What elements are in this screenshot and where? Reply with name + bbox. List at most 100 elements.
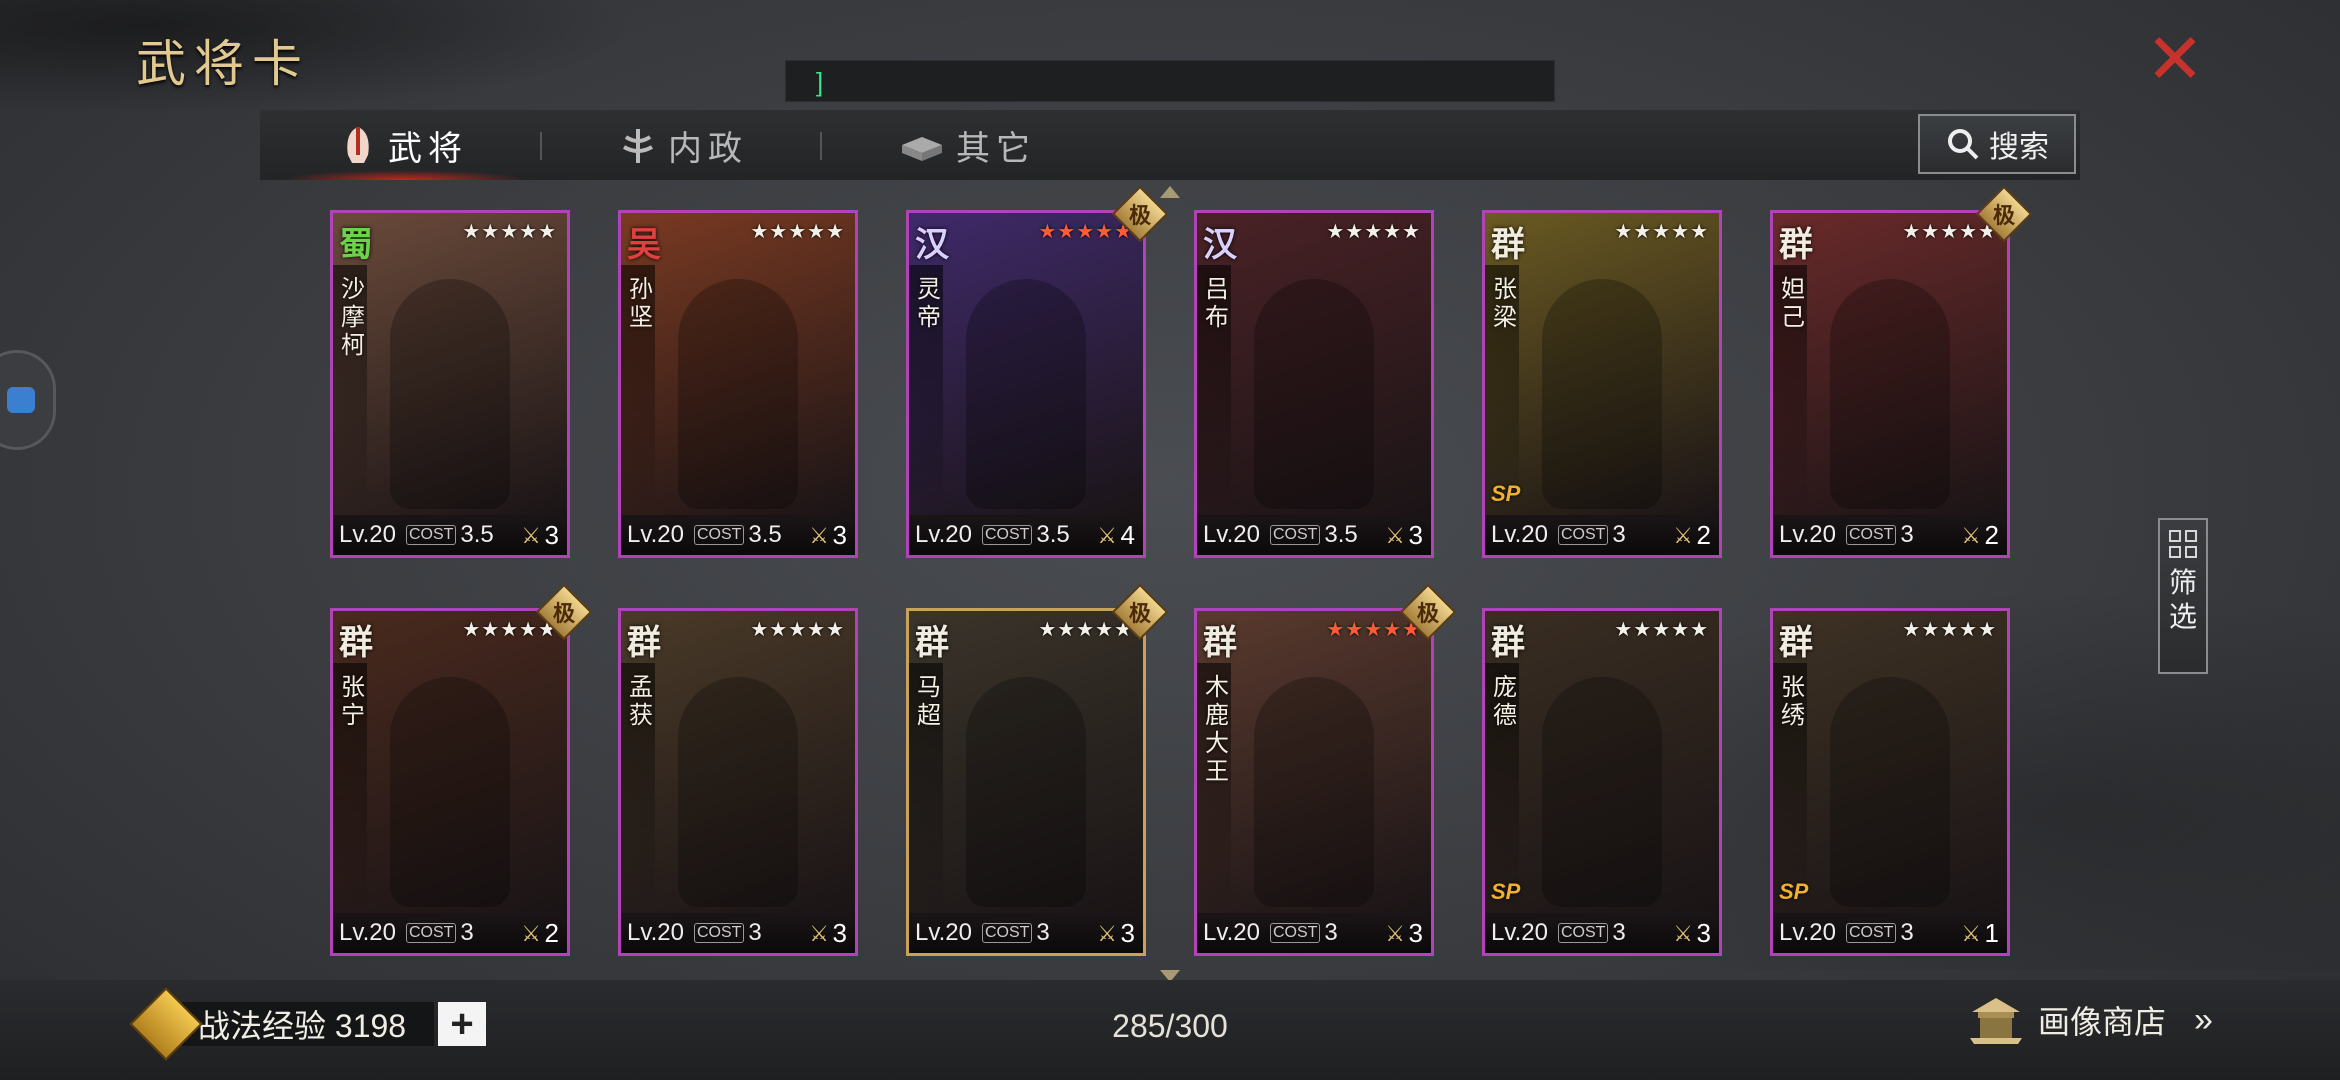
portrait-shop-button[interactable]: 画像商店 » bbox=[1968, 990, 2213, 1050]
rank-badge-label: 极 bbox=[1128, 203, 1151, 229]
tab-divider bbox=[540, 132, 542, 160]
star-rating: ★★★★★ bbox=[1326, 221, 1421, 243]
general-card[interactable]: 群 妲己 ★★★★★ Lv.20 COST 3 ⚔ 2 bbox=[1770, 210, 2010, 558]
portrait-figure bbox=[1254, 279, 1374, 510]
general-card[interactable]: 群 张绣 ★★★★★ SP Lv.20 COST 3 ⚔ 1 bbox=[1770, 608, 2010, 956]
cost-label: COST bbox=[1269, 923, 1321, 943]
general-name: 灵帝 bbox=[917, 275, 941, 331]
portrait-figure bbox=[1542, 677, 1662, 908]
portrait-figure bbox=[390, 677, 510, 908]
cost-label: COST bbox=[1845, 923, 1897, 943]
faction-label: 群 bbox=[915, 623, 949, 663]
general-card[interactable]: 群 张梁 ★★★★★ SP Lv.20 COST 3 ⚔ 2 bbox=[1482, 210, 1722, 558]
side-collapse-button[interactable] bbox=[0, 350, 56, 450]
general-card[interactable]: 群 木鹿大王 ★★★★★ Lv.20 COST 3 ⚔ 3 bbox=[1194, 608, 1434, 956]
general-card[interactable]: 群 庞德 ★★★★★ SP Lv.20 COST 3 ⚔ 3 bbox=[1482, 608, 1722, 956]
faction-label: 群 bbox=[627, 623, 661, 663]
general-card[interactable]: 蜀 沙摩柯 ★★★★★ Lv.20 COST 3.5 ⚔ 3 bbox=[330, 210, 570, 558]
cost-value: 3 bbox=[1900, 919, 1914, 946]
search-button[interactable]: 搜索 bbox=[1918, 114, 2076, 174]
cost-value: 3 bbox=[1900, 521, 1914, 548]
level-label: Lv.20 bbox=[1779, 521, 1836, 548]
chat-icon bbox=[7, 387, 35, 413]
faction-label: 汉 bbox=[1203, 225, 1237, 265]
star-rating: ★★★★★ bbox=[462, 619, 557, 641]
shop-label: 画像商店 bbox=[2038, 1004, 2167, 1040]
box-icon bbox=[902, 137, 942, 161]
filter-button[interactable]: 筛选 bbox=[2158, 518, 2208, 674]
tab-label: 内政 bbox=[668, 128, 748, 169]
cost-label: COST bbox=[405, 923, 457, 943]
sp-label: SP bbox=[1491, 481, 1521, 506]
sp-label: SP bbox=[1491, 879, 1521, 904]
card-count: 2 bbox=[544, 918, 559, 948]
card-count: 1 bbox=[1984, 918, 1999, 948]
level-label: Lv.20 bbox=[1491, 521, 1548, 548]
tab-generals[interactable]: 武将 bbox=[280, 110, 528, 180]
faction-label: 汉 bbox=[915, 225, 949, 265]
star-rating: ★★★★★ bbox=[750, 619, 845, 641]
star-rating: ★★★★★ bbox=[462, 221, 557, 243]
cost-label: COST bbox=[1557, 525, 1609, 545]
general-card[interactable]: 群 张宁 ★★★★★ Lv.20 COST 3 ⚔ 2 bbox=[330, 608, 570, 956]
tactic-exp: 战法经验 3198 + bbox=[129, 987, 487, 1061]
card-count: 4 bbox=[1120, 520, 1135, 550]
cost-label: COST bbox=[693, 923, 745, 943]
tab-others[interactable]: 其它 bbox=[900, 110, 1036, 180]
faction-label: 群 bbox=[1491, 225, 1525, 265]
exp-label: 战法经验 3198 bbox=[182, 1002, 435, 1046]
troop-type-icon: ⚔ bbox=[521, 523, 541, 548]
add-exp-button[interactable]: + bbox=[438, 1002, 487, 1046]
tab-label: 武将 bbox=[388, 128, 468, 169]
star-rating: ★★★★★ bbox=[1614, 221, 1709, 243]
level-label: Lv.20 bbox=[1779, 919, 1836, 946]
portrait-figure bbox=[1830, 677, 1950, 908]
tab-label: 其它 bbox=[956, 128, 1036, 169]
portrait-figure bbox=[1830, 279, 1950, 510]
star-rating: ★★★★★ bbox=[1902, 619, 1997, 641]
search-input[interactable]: ] bbox=[785, 60, 1555, 102]
card-count: 3 bbox=[832, 520, 847, 550]
general-card[interactable]: 群 孟获 ★★★★★ Lv.20 COST 3 ⚔ 3 bbox=[618, 608, 858, 956]
general-card[interactable]: 汉 吕布 ★★★★★ Lv.20 COST 3.5 ⚔ 3 bbox=[1194, 210, 1434, 558]
pavilion-icon bbox=[1970, 998, 2022, 1044]
card-count: 3 bbox=[1408, 918, 1423, 948]
cost-label: COST bbox=[1845, 525, 1897, 545]
troop-type-icon: ⚔ bbox=[521, 921, 541, 946]
general-name: 孙坚 bbox=[629, 275, 653, 331]
star-rating: ★★★★★ bbox=[1326, 619, 1421, 641]
faction-label: 吴 bbox=[627, 225, 661, 265]
rank-badge-label: 极 bbox=[1416, 601, 1439, 627]
star-rating: ★★★★★ bbox=[1038, 221, 1133, 243]
cost-value: 3 bbox=[748, 919, 762, 946]
troop-type-icon: ⚔ bbox=[1961, 921, 1981, 946]
close-button[interactable]: ✕ bbox=[2145, 24, 2205, 94]
faction-label: 群 bbox=[1779, 225, 1813, 265]
general-name: 张绣 bbox=[1781, 673, 1805, 729]
troop-type-icon: ⚔ bbox=[1097, 921, 1117, 946]
helmet-icon bbox=[347, 127, 369, 163]
tab-domestic[interactable]: 内政 bbox=[620, 110, 748, 180]
general-card[interactable]: 吴 孙坚 ★★★★★ Lv.20 COST 3.5 ⚔ 3 bbox=[618, 210, 858, 558]
star-rating: ★★★★★ bbox=[750, 221, 845, 243]
general-card[interactable]: 群 马超 ★★★★★ Lv.20 COST 3 ⚔ 3 bbox=[906, 608, 1146, 956]
cost-label: COST bbox=[1557, 923, 1609, 943]
general-name: 庞德 bbox=[1493, 673, 1517, 729]
faction-label: 蜀 bbox=[339, 225, 373, 265]
scroll-up-icon bbox=[1160, 186, 1180, 198]
level-label: Lv.20 bbox=[1491, 919, 1548, 946]
faction-label: 群 bbox=[1203, 623, 1237, 663]
cost-value: 3 bbox=[1324, 919, 1338, 946]
general-card[interactable]: 汉 灵帝 ★★★★★ Lv.20 COST 3.5 ⚔ 4 bbox=[906, 210, 1146, 558]
card-count: 2 bbox=[1696, 520, 1711, 550]
cost-value: 3.5 bbox=[748, 521, 782, 548]
card-count: 3 bbox=[544, 520, 559, 550]
troop-type-icon: ⚔ bbox=[1385, 921, 1405, 946]
filter-label: 筛选 bbox=[2168, 566, 2197, 633]
portrait-figure bbox=[390, 279, 510, 510]
level-label: Lv.20 bbox=[627, 919, 684, 946]
page-title: 武将卡 bbox=[136, 35, 310, 93]
cost-value: 3 bbox=[1612, 919, 1626, 946]
star-rating: ★★★★★ bbox=[1902, 221, 1997, 243]
troop-type-icon: ⚔ bbox=[1673, 523, 1693, 548]
